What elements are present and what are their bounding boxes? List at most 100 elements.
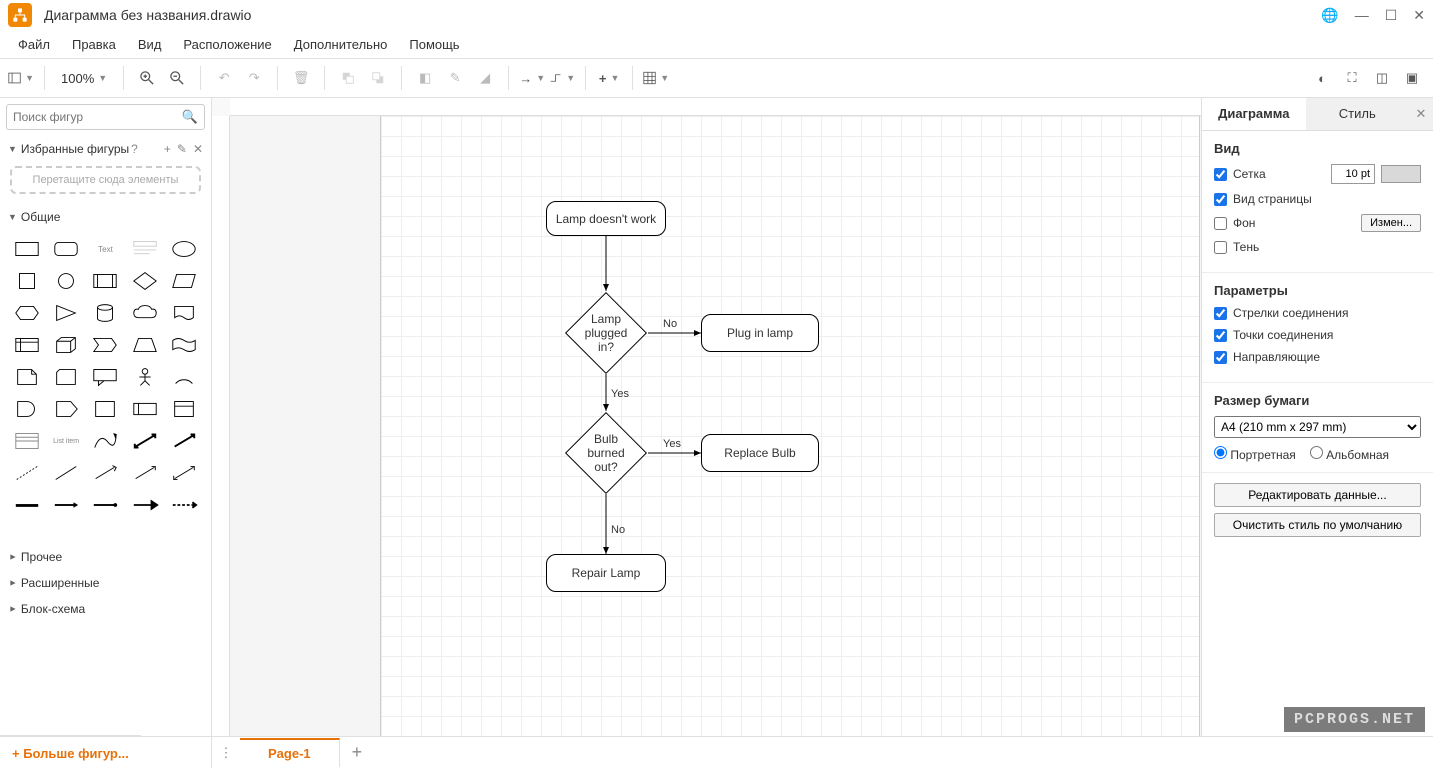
- waypoint-button[interactable]: ▼: [549, 65, 575, 91]
- line-color-button[interactable]: ✎: [442, 65, 468, 91]
- edit-data-button[interactable]: Редактировать данные...: [1214, 483, 1421, 507]
- page-tab-1[interactable]: Page-1: [240, 738, 340, 767]
- shape-hcontainer[interactable]: [126, 394, 163, 424]
- advanced-section[interactable]: ▼Расширенные: [0, 570, 211, 596]
- shape-note[interactable]: [8, 362, 45, 392]
- shape-hexagon[interactable]: [8, 298, 45, 328]
- add-favorite-icon[interactable]: +: [164, 142, 171, 156]
- shape-search[interactable]: 🔍: [6, 104, 205, 130]
- fullscreen-button[interactable]: ⛶: [1339, 65, 1365, 91]
- zoom-in-button[interactable]: [134, 65, 160, 91]
- portrait-radio[interactable]: [1214, 446, 1227, 459]
- shape-ellipse[interactable]: [166, 234, 203, 264]
- change-bg-button[interactable]: Измен...: [1361, 214, 1421, 232]
- shape-actor[interactable]: [126, 362, 163, 392]
- shape-trapezoid[interactable]: [126, 330, 163, 360]
- shape-rect[interactable]: [8, 234, 45, 264]
- shape-step[interactable]: [87, 330, 124, 360]
- shape-arrow[interactable]: [166, 426, 203, 456]
- shape-dashline[interactable]: [8, 458, 45, 488]
- node-decision-1[interactable]: Lamp plugged in?: [565, 292, 647, 374]
- clear-style-button[interactable]: Очистить стиль по умолчанию: [1214, 513, 1421, 537]
- grid-size-input[interactable]: [1331, 164, 1375, 184]
- paper-size-select[interactable]: A4 (210 mm x 297 mm): [1214, 416, 1421, 438]
- shadow-checkbox[interactable]: [1214, 241, 1227, 254]
- minimize-button[interactable]: —: [1355, 7, 1369, 23]
- pageview-checkbox[interactable]: [1214, 193, 1227, 206]
- node-decision-2[interactable]: Bulb burned out?: [565, 412, 647, 494]
- undo-button[interactable]: ↶: [211, 65, 237, 91]
- collapse-right-button[interactable]: ▣: [1399, 65, 1425, 91]
- shape-biarrow[interactable]: [126, 426, 163, 456]
- delete-button[interactable]: 🗑: [288, 65, 314, 91]
- theme-button[interactable]: ◐: [1309, 65, 1335, 91]
- more-shapes-button[interactable]: + Больше фигур...: [0, 735, 141, 771]
- to-front-button[interactable]: [335, 65, 361, 91]
- tab-style[interactable]: Стиль: [1306, 98, 1410, 130]
- shape-diamond[interactable]: [126, 266, 163, 296]
- pages-menu-button[interactable]: ⋮: [212, 745, 240, 761]
- shape-vcontainer[interactable]: [166, 394, 203, 424]
- shape-square[interactable]: [8, 266, 45, 296]
- shape-tape[interactable]: [166, 330, 203, 360]
- add-page-button[interactable]: +: [340, 742, 375, 763]
- zoom-out-button[interactable]: [164, 65, 190, 91]
- insert-button[interactable]: +▼: [596, 65, 622, 91]
- close-panel-button[interactable]: ✕: [1409, 98, 1433, 130]
- redo-button[interactable]: ↷: [241, 65, 267, 91]
- node-plugin[interactable]: Plug in lamp: [701, 314, 819, 352]
- shape-cylinder[interactable]: [87, 298, 124, 328]
- connection-button[interactable]: →▼: [519, 65, 545, 91]
- menu-help[interactable]: Помощь: [399, 33, 469, 56]
- shape-or[interactable]: [8, 394, 45, 424]
- shape-container[interactable]: [87, 394, 124, 424]
- flowchart-section[interactable]: ▼Блок-схема: [0, 596, 211, 622]
- shape-cloud[interactable]: [126, 298, 163, 328]
- remove-favorite-icon[interactable]: ✕: [193, 142, 203, 156]
- zoom-dropdown[interactable]: 100%▼: [55, 71, 113, 86]
- shape-internal[interactable]: [8, 330, 45, 360]
- to-back-button[interactable]: [365, 65, 391, 91]
- shape-cube[interactable]: [47, 330, 84, 360]
- shape-link1[interactable]: [8, 490, 45, 520]
- shape-biline[interactable]: [87, 458, 124, 488]
- shape-triangle[interactable]: [47, 298, 84, 328]
- shape-thinbiarrow[interactable]: [166, 458, 203, 488]
- shape-link3[interactable]: [87, 490, 124, 520]
- shape-circle[interactable]: [47, 266, 84, 296]
- landscape-radio[interactable]: [1310, 446, 1323, 459]
- background-checkbox[interactable]: [1214, 217, 1227, 230]
- shadow-button[interactable]: ◢: [472, 65, 498, 91]
- maximize-button[interactable]: ☐: [1385, 7, 1398, 24]
- conn-arrows-checkbox[interactable]: [1214, 307, 1227, 320]
- node-replace[interactable]: Replace Bulb: [701, 434, 819, 472]
- page-canvas[interactable]: Lamp doesn't work Lamp plugged in? No Pl…: [380, 116, 1200, 736]
- close-button[interactable]: ✕: [1413, 7, 1425, 24]
- menu-edit[interactable]: Правка: [62, 33, 126, 56]
- tab-diagram[interactable]: Диаграмма: [1202, 98, 1306, 130]
- edit-favorite-icon[interactable]: ✎: [177, 142, 187, 156]
- grid-color-swatch[interactable]: [1381, 165, 1421, 183]
- grid-checkbox[interactable]: [1214, 168, 1227, 181]
- format-button[interactable]: ◫: [1369, 65, 1395, 91]
- shape-link4[interactable]: [126, 490, 163, 520]
- menu-arrange[interactable]: Расположение: [173, 33, 281, 56]
- canvas[interactable]: ⋮ Lamp doesn't work Lamp plugged in? No …: [212, 98, 1201, 736]
- favorites-section[interactable]: ▼Избранные фигуры ? +✎✕: [0, 136, 211, 162]
- favorites-dropzone[interactable]: Перетащите сюда элементы: [10, 166, 201, 194]
- shape-callout[interactable]: [87, 362, 124, 392]
- shape-link5[interactable]: [166, 490, 203, 520]
- shape-arc[interactable]: [166, 362, 203, 392]
- sidebar-toggle-button[interactable]: ▼: [8, 65, 34, 91]
- guides-checkbox[interactable]: [1214, 351, 1227, 364]
- node-start[interactable]: Lamp doesn't work: [546, 201, 666, 236]
- table-button[interactable]: ▼: [643, 65, 669, 91]
- shape-document[interactable]: [166, 298, 203, 328]
- fill-color-button[interactable]: ◧: [412, 65, 438, 91]
- shape-link2[interactable]: [47, 490, 84, 520]
- shape-and[interactable]: [47, 394, 84, 424]
- search-icon[interactable]: 🔍: [182, 109, 198, 125]
- shape-card[interactable]: [47, 362, 84, 392]
- shape-list[interactable]: [8, 426, 45, 456]
- shape-curve[interactable]: [87, 426, 124, 456]
